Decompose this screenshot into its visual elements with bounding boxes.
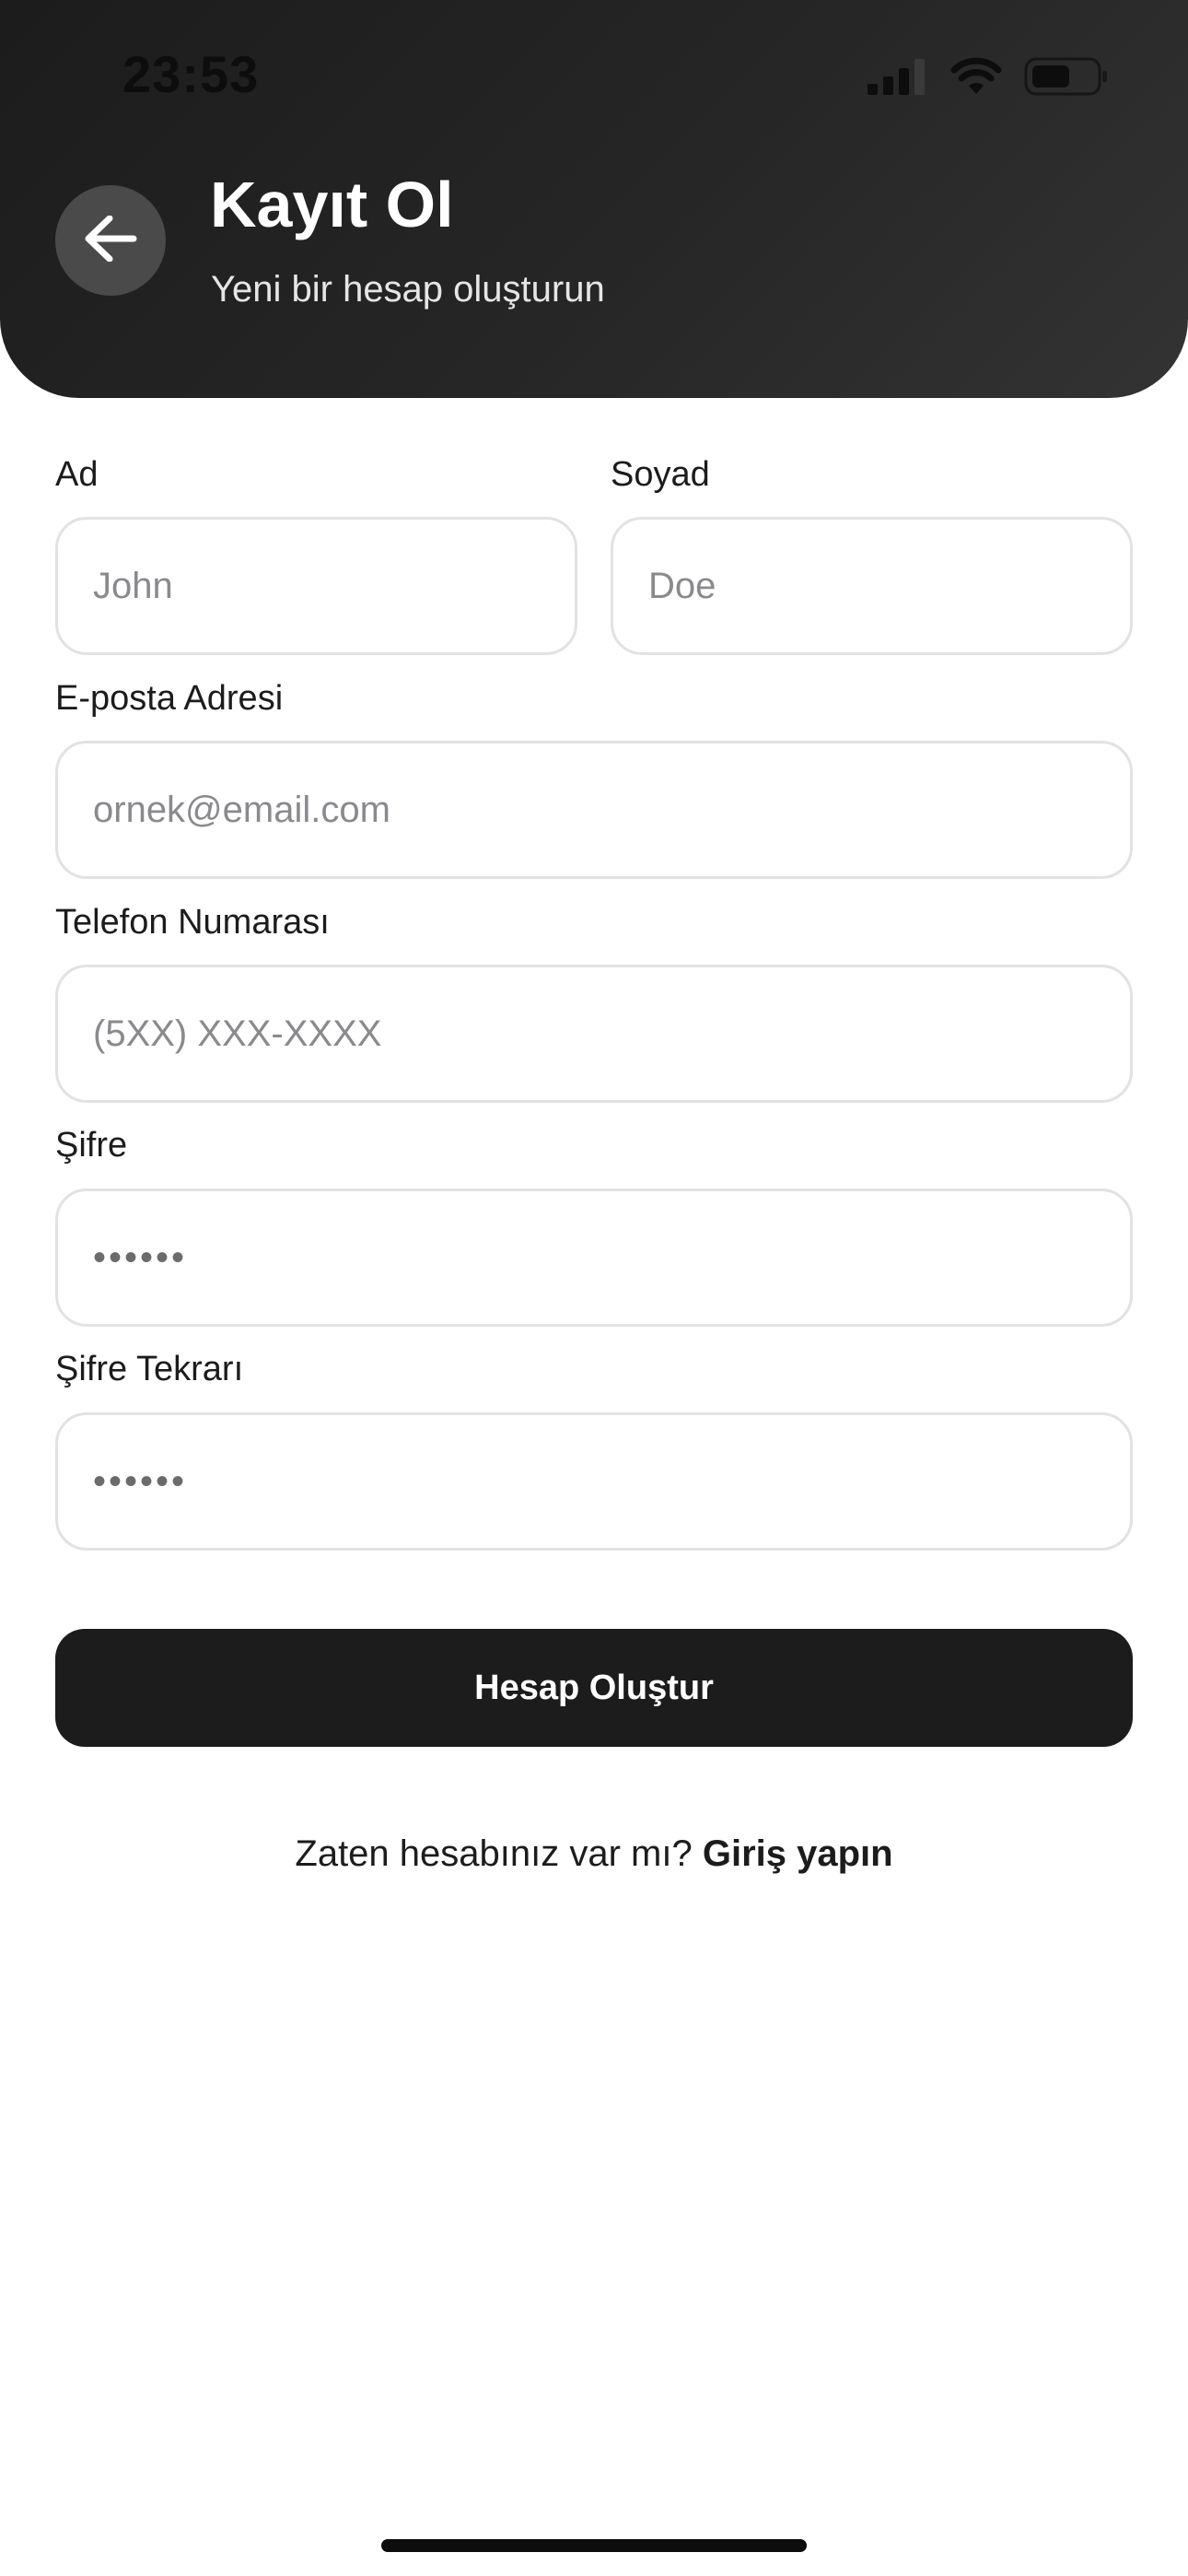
status-time: 23:53	[122, 45, 260, 103]
phone-label: Telefon Numarası	[55, 903, 330, 942]
create-account-button[interactable]: Hesap Oluştur	[55, 1629, 1133, 1747]
phone-input[interactable]	[93, 1013, 1130, 1055]
last-name-label: Soyad	[611, 455, 710, 494]
email-input[interactable]	[93, 789, 1130, 831]
status-icons	[868, 57, 1109, 100]
first-name-input[interactable]	[93, 565, 575, 607]
password-confirm-field[interactable]: ••••••	[55, 1412, 1133, 1551]
login-prompt-text: Zaten hesabınız var mı?	[295, 1833, 693, 1874]
page-title: Kayıt Ol	[210, 169, 454, 240]
login-link[interactable]: Giriş yapın	[703, 1833, 893, 1874]
login-prompt-row: Zaten hesabınız var mı? Giriş yapın	[0, 1833, 1188, 1875]
phone-field[interactable]	[55, 965, 1133, 1103]
first-name-label: Ad	[55, 455, 99, 494]
cellular-signal-icon	[868, 58, 928, 100]
arrow-left-icon	[84, 215, 137, 266]
password-label: Şifre	[55, 1126, 128, 1165]
last-name-input[interactable]	[648, 565, 1130, 607]
first-name-field[interactable]	[55, 517, 577, 655]
wifi-icon	[950, 57, 1002, 100]
last-name-field[interactable]	[611, 517, 1133, 655]
header: 23:53 Kayıt Ol Yeni bir hesap oluşturun	[0, 0, 1188, 398]
battery-icon	[1024, 57, 1109, 100]
password-field[interactable]: ••••••	[55, 1188, 1133, 1327]
password-masked-value: ••••••	[93, 1236, 188, 1278]
email-label: E-posta Adresi	[55, 679, 284, 718]
email-field[interactable]	[55, 741, 1133, 879]
password-confirm-masked-value: ••••••	[93, 1460, 188, 1502]
home-indicator[interactable]	[381, 2539, 807, 2552]
back-button[interactable]	[55, 185, 166, 296]
password-confirm-label: Şifre Tekrarı	[55, 1350, 244, 1388]
create-account-label: Hesap Oluştur	[474, 1668, 714, 1707]
page-subtitle: Yeni bir hesap oluşturun	[211, 269, 605, 310]
